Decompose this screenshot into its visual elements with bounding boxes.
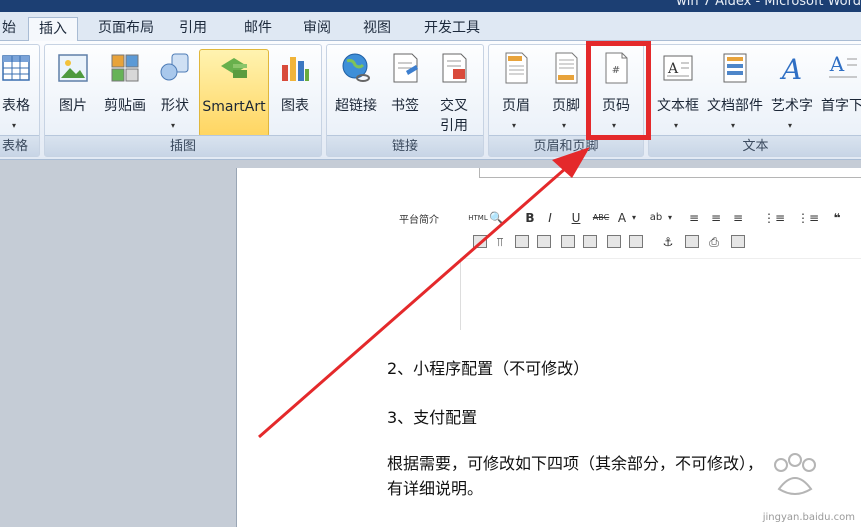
annotation-arrow	[258, 147, 590, 439]
